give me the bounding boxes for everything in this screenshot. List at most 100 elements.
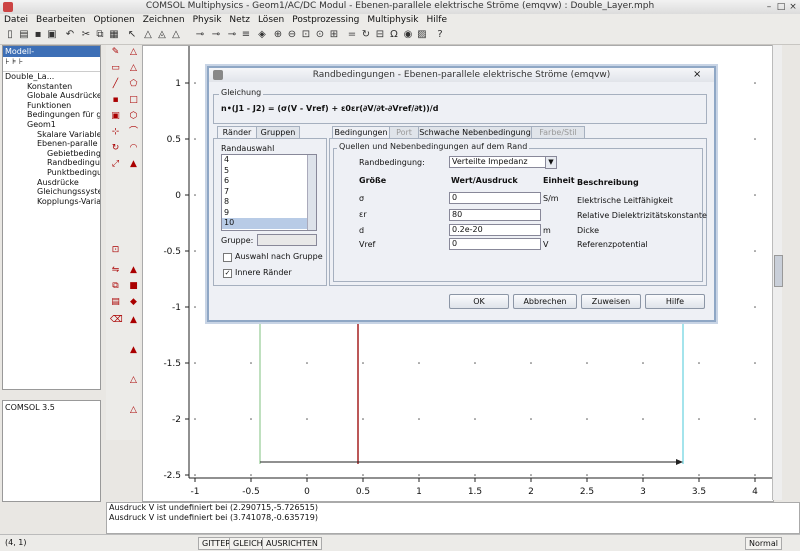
cancel-button[interactable]: Abbrechen [513, 294, 577, 309]
rectangle-icon[interactable]: ▭ [110, 63, 121, 74]
tree-node[interactable]: Punktbedingu [3, 168, 100, 178]
menu-bearbeiten[interactable]: Bearbeiten [32, 14, 89, 27]
pointer-icon[interactable]: ↖ [126, 29, 138, 41]
tree-node[interactable]: Konstanten [3, 82, 100, 92]
maximize-icon[interactable]: □ [776, 2, 786, 12]
draw-mode-icon[interactable]: ✎ [110, 47, 121, 58]
tab-bedingungen[interactable]: Bedingungen [332, 126, 390, 138]
pyramid-icon[interactable]: ▲ [128, 265, 139, 276]
menu-optionen[interactable]: Optionen [89, 14, 138, 27]
tree-node[interactable]: Gleichungssysten [3, 187, 100, 197]
zoom-window-icon[interactable]: ⊡ [300, 29, 312, 41]
tree-view-icon[interactable]: ⊧ [12, 57, 19, 66]
revolve-icon[interactable]: △ [128, 405, 139, 416]
tree-view-icon[interactable]: ⊦ [19, 57, 23, 66]
rotate-icon[interactable]: ↻ [110, 143, 121, 154]
scale-icon[interactable]: ⤢ [110, 159, 121, 170]
menu-physik[interactable]: Physik [189, 14, 226, 27]
scrollbar-thumb[interactable] [774, 255, 783, 287]
menu-loesen[interactable]: Lösen [254, 14, 288, 27]
tab-farbe-stil[interactable]: Farbe/Stil [531, 126, 585, 138]
tree-node[interactable]: Ausdrücke [3, 178, 100, 188]
zoom-selected-icon[interactable]: ⊙ [314, 29, 326, 41]
mirror-icon[interactable]: ⇋ [110, 265, 121, 276]
plot-vertical-scrollbar[interactable] [772, 45, 783, 500]
tab-schwache-nebenbedingung[interactable]: Schwache Nebenbedingung [418, 126, 532, 138]
chevron-down-icon[interactable]: ▼ [545, 156, 557, 169]
mesh-icon[interactable]: ◈ [256, 29, 268, 41]
help-icon[interactable]: ? [434, 29, 446, 41]
list-item[interactable]: 5 [222, 166, 316, 177]
menu-hilfe[interactable]: Hilfe [423, 14, 451, 27]
tree-node[interactable]: Randbedingu [3, 158, 100, 168]
edge-settings-icon[interactable]: ⊸ [226, 29, 238, 41]
tetra-icon[interactable]: ◆ [128, 297, 139, 308]
list-scrollbar[interactable] [307, 155, 316, 230]
menu-multiphysik[interactable]: Multiphysik [363, 14, 422, 27]
extrude-icon[interactable]: △ [128, 375, 139, 386]
dialog-close-icon[interactable]: × [693, 69, 701, 80]
subdomain-mode-icon[interactable]: △ [142, 29, 154, 41]
square-icon[interactable]: □ [128, 95, 139, 106]
menu-postprozessing[interactable]: Postprozessing [288, 14, 363, 27]
new-file-icon[interactable]: ▯ [4, 29, 16, 41]
zoom-out-icon[interactable]: ⊖ [286, 29, 298, 41]
zoom-extents-icon[interactable]: ⊞ [328, 29, 340, 41]
plot-icon[interactable]: ⊟ [374, 29, 386, 41]
arc-icon[interactable]: ◠ [128, 143, 139, 154]
sphere-icon[interactable]: ◉ [402, 29, 414, 41]
cone-icon[interactable]: ▲ [128, 159, 139, 170]
tab-gruppen[interactable]: Gruppen [256, 126, 300, 138]
randbedingung-select[interactable]: Verteilte Impedanz [449, 156, 549, 168]
union-icon[interactable]: ▣ [110, 111, 121, 122]
tree-view-icon[interactable]: ⊦ [3, 57, 12, 66]
boundary-mode-icon[interactable]: ◬ [156, 29, 168, 41]
boundary-listbox[interactable]: 4 5 6 7 8 9 10 [221, 154, 317, 231]
close-icon[interactable]: × [788, 2, 798, 12]
innere-raender-checkbox[interactable]: ✓ [223, 269, 232, 278]
tree-node[interactable]: Ebenen-paralle [3, 139, 100, 149]
point-cloud-icon[interactable]: ▲ [128, 315, 139, 326]
tab-port[interactable]: Port [389, 126, 419, 138]
save-icon[interactable]: ▪ [32, 29, 44, 41]
tree-node[interactable]: Funktionen [3, 101, 100, 111]
auswahl-nach-gruppe-checkbox[interactable] [223, 253, 232, 262]
list-item[interactable]: 7 [222, 187, 316, 198]
tree-node[interactable]: Geom1 [3, 120, 100, 130]
physics-settings-icon[interactable]: ⊸ [194, 29, 206, 41]
param-value-field[interactable]: 0 [449, 238, 541, 250]
equation-icon[interactable]: ≡ [240, 29, 252, 41]
apply-button[interactable]: Zuweisen [581, 294, 641, 309]
list-item-selected[interactable]: 10 [222, 218, 316, 229]
ellipse-icon[interactable]: △ [128, 47, 139, 58]
point-mode-icon[interactable]: △ [170, 29, 182, 41]
param-value-field[interactable]: 0.2e-20 [449, 224, 541, 236]
tree-node[interactable]: Double_La... [3, 72, 100, 82]
zoom-in-icon[interactable]: ⊕ [272, 29, 284, 41]
selection-icon[interactable]: ▨ [416, 29, 428, 41]
array-icon[interactable]: ⊡ [110, 245, 121, 256]
list-item[interactable]: 6 [222, 176, 316, 187]
help-button[interactable]: Hilfe [645, 294, 705, 309]
minimize-icon[interactable]: – [764, 2, 774, 12]
cut-icon[interactable]: ✂ [80, 29, 92, 41]
menu-datei[interactable]: Datei [0, 14, 32, 27]
menu-zeichnen[interactable]: Zeichnen [139, 14, 189, 27]
menu-netz[interactable]: Netz [225, 14, 254, 27]
prism-icon[interactable]: ⬡ [128, 111, 139, 122]
tree-node[interactable]: Skalare Variablen [3, 130, 100, 140]
line-icon[interactable]: ╱ [110, 79, 121, 90]
copy-icon[interactable]: ⧉ [94, 29, 106, 41]
boundary-settings-icon[interactable]: ⊸ [210, 29, 222, 41]
restart-icon[interactable]: ↻ [360, 29, 372, 41]
bezier-icon[interactable]: ⌒ [128, 127, 139, 138]
compose-icon[interactable]: ▲ [128, 345, 139, 356]
print-icon[interactable]: ▣ [46, 29, 58, 41]
tree-node[interactable]: Kopplungs-Varia [3, 197, 100, 207]
paste-icon[interactable]: ▦ [108, 29, 120, 41]
tree-node[interactable]: Bedingungen für ge [3, 110, 100, 120]
triangle-icon[interactable]: △ [128, 63, 139, 74]
list-item[interactable]: 4 [222, 155, 316, 166]
param-value-field[interactable]: 0 [449, 192, 541, 204]
solid-icon[interactable]: ■ [128, 281, 139, 292]
